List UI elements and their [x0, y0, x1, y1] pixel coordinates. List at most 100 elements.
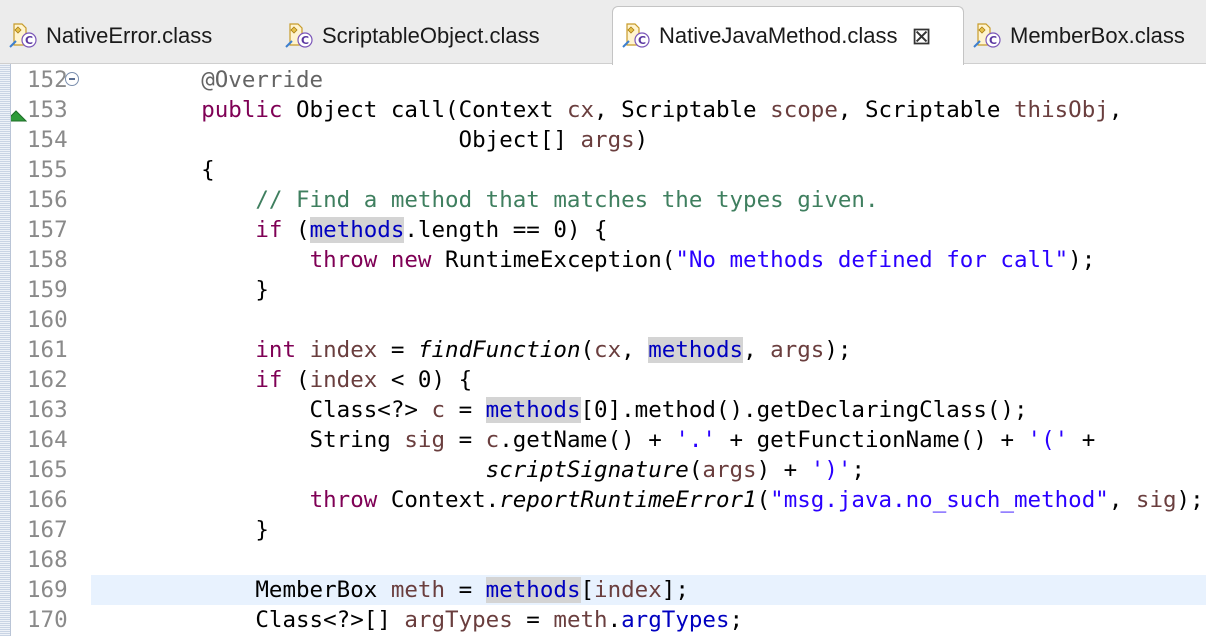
svg-text:C: C — [989, 34, 997, 47]
code-token: , — [1108, 487, 1136, 513]
code-token: . — [607, 607, 622, 633]
tab-scriptableobject[interactable]: C ScriptableObject.class — [276, 8, 612, 64]
code-token: < 0) { — [377, 367, 473, 393]
tab-nativejavamethod[interactable]: C NativeJavaMethod.class ⊠ — [612, 6, 964, 65]
code-token: methods — [309, 217, 405, 243]
code-line[interactable]: 169 MemberBox meth = methods[index]; — [11, 575, 1206, 605]
code-token: ( — [756, 487, 771, 513]
close-tab-icon[interactable]: ⊠ — [911, 22, 931, 51]
fold-collapse-icon[interactable] — [65, 72, 79, 86]
code-token: throw — [309, 487, 378, 513]
code-token: "No methods defined for call" — [675, 247, 1069, 273]
code-text: scriptSignature(args) + ')'; — [147, 455, 865, 485]
code-token: ( — [580, 337, 595, 363]
code-line[interactable]: 158 throw new RuntimeException("No metho… — [11, 245, 1206, 275]
code-line[interactable]: 161 int index = findFunction(cx, methods… — [11, 335, 1206, 365]
code-line[interactable]: 153 public Object call(Context cx, Scrip… — [11, 95, 1206, 125]
tab-nativeerror[interactable]: C NativeError.class — [0, 8, 276, 64]
line-number: 164 — [27, 427, 68, 453]
line-number: 162 — [27, 367, 68, 393]
class-file-icon: C — [621, 21, 651, 51]
tab-label: ScriptableObject.class — [322, 23, 540, 48]
code-token: cx — [566, 97, 595, 123]
code-token: int — [255, 337, 297, 363]
line-number: 167 — [27, 517, 68, 543]
code-line[interactable]: 165 scriptSignature(args) + ')'; — [11, 455, 1206, 485]
code-token: ); — [824, 337, 852, 363]
code-token: [ — [580, 577, 595, 603]
code-token: ; — [851, 457, 865, 483]
code-token: String — [147, 427, 405, 453]
code-text: Class<?>[] argTypes = meth.argTypes; — [147, 605, 743, 635]
code-token: Object call(Context — [282, 97, 567, 123]
code-token: ( — [282, 217, 310, 243]
code-line[interactable]: 168 — [11, 545, 1206, 575]
code-line[interactable]: 155 { — [11, 155, 1206, 185]
svg-text:C: C — [301, 34, 309, 47]
code-token: args — [702, 457, 757, 483]
code-line[interactable]: 160 — [11, 305, 1206, 335]
code-text: // Find a method that matches the types … — [147, 185, 878, 215]
code-token: meth — [390, 577, 446, 603]
code-token: + getFunctionName() + — [715, 427, 1028, 453]
code-text: throw Context.reportRuntimeError1("msg.j… — [147, 485, 1204, 515]
code-token: public — [201, 97, 283, 123]
code-token: meth — [553, 607, 608, 633]
svg-text:C: C — [638, 34, 646, 47]
code-line[interactable]: 162 if (index < 0) { — [11, 365, 1206, 395]
code-token: ); — [1176, 487, 1204, 513]
code-token: ; — [729, 607, 744, 633]
code-token: [0].method().getDeclaringClass(); — [580, 397, 1028, 423]
code-token: scope — [770, 97, 838, 123]
code-token: findFunction — [417, 337, 581, 363]
code-line[interactable]: 170 Class<?>[] argTypes = meth.argTypes; — [11, 605, 1206, 635]
code-token: = — [445, 397, 486, 423]
code-token: args — [580, 127, 635, 153]
code-token: methods — [485, 577, 581, 603]
code-token: RuntimeException( — [431, 247, 676, 273]
code-token: argTypes — [621, 607, 730, 633]
code-token: '(' — [1027, 427, 1069, 453]
svg-text:C: C — [25, 34, 33, 47]
code-line[interactable]: 163 Class<?> c = methods[0].method().get… — [11, 395, 1206, 425]
line-number: 153 — [27, 97, 68, 123]
code-line[interactable]: 157 if (methods.length == 0) { — [11, 215, 1206, 245]
code-editor[interactable]: 152 @Override 153 public Object call(Cont… — [11, 64, 1206, 636]
code-token: index — [309, 337, 378, 363]
code-line[interactable]: 167 } — [11, 515, 1206, 545]
code-token: , Scriptable — [594, 97, 771, 123]
code-line[interactable]: 159 } — [11, 275, 1206, 305]
code-token: = — [445, 577, 486, 603]
code-token: sig — [1135, 487, 1177, 513]
line-number: 157 — [27, 217, 68, 243]
code-token: ) — [634, 127, 649, 153]
line-number: 154 — [27, 127, 68, 153]
code-line[interactable]: 164 String sig = c.getName() + '.' + get… — [11, 425, 1206, 455]
code-token: } — [147, 277, 269, 303]
tab-memberbox[interactable]: C MemberBox.class — [964, 8, 1206, 64]
overview-ruler[interactable] — [0, 64, 11, 636]
code-text: public Object call(Context cx, Scriptabl… — [147, 95, 1122, 125]
code-token: , — [621, 337, 649, 363]
code-line[interactable]: 152 @Override — [11, 65, 1206, 95]
code-token: Context. — [377, 487, 500, 513]
code-token: new — [390, 247, 432, 273]
code-token: args — [770, 337, 825, 363]
line-number: 161 — [27, 337, 68, 363]
code-token: '.' — [675, 427, 716, 453]
code-token: .length == 0) { — [404, 217, 608, 243]
code-line[interactable]: 156 // Find a method that matches the ty… — [11, 185, 1206, 215]
code-line[interactable]: 154 Object[] args) — [11, 125, 1206, 155]
code-line[interactable]: 166 throw Context.reportRuntimeError1("m… — [11, 485, 1206, 515]
class-file-icon: C — [284, 21, 314, 51]
code-token: c — [431, 397, 446, 423]
code-token: throw — [309, 247, 378, 273]
line-number: 170 — [27, 607, 68, 633]
tab-label: NativeError.class — [46, 23, 213, 48]
code-text: if (index < 0) { — [147, 365, 472, 395]
